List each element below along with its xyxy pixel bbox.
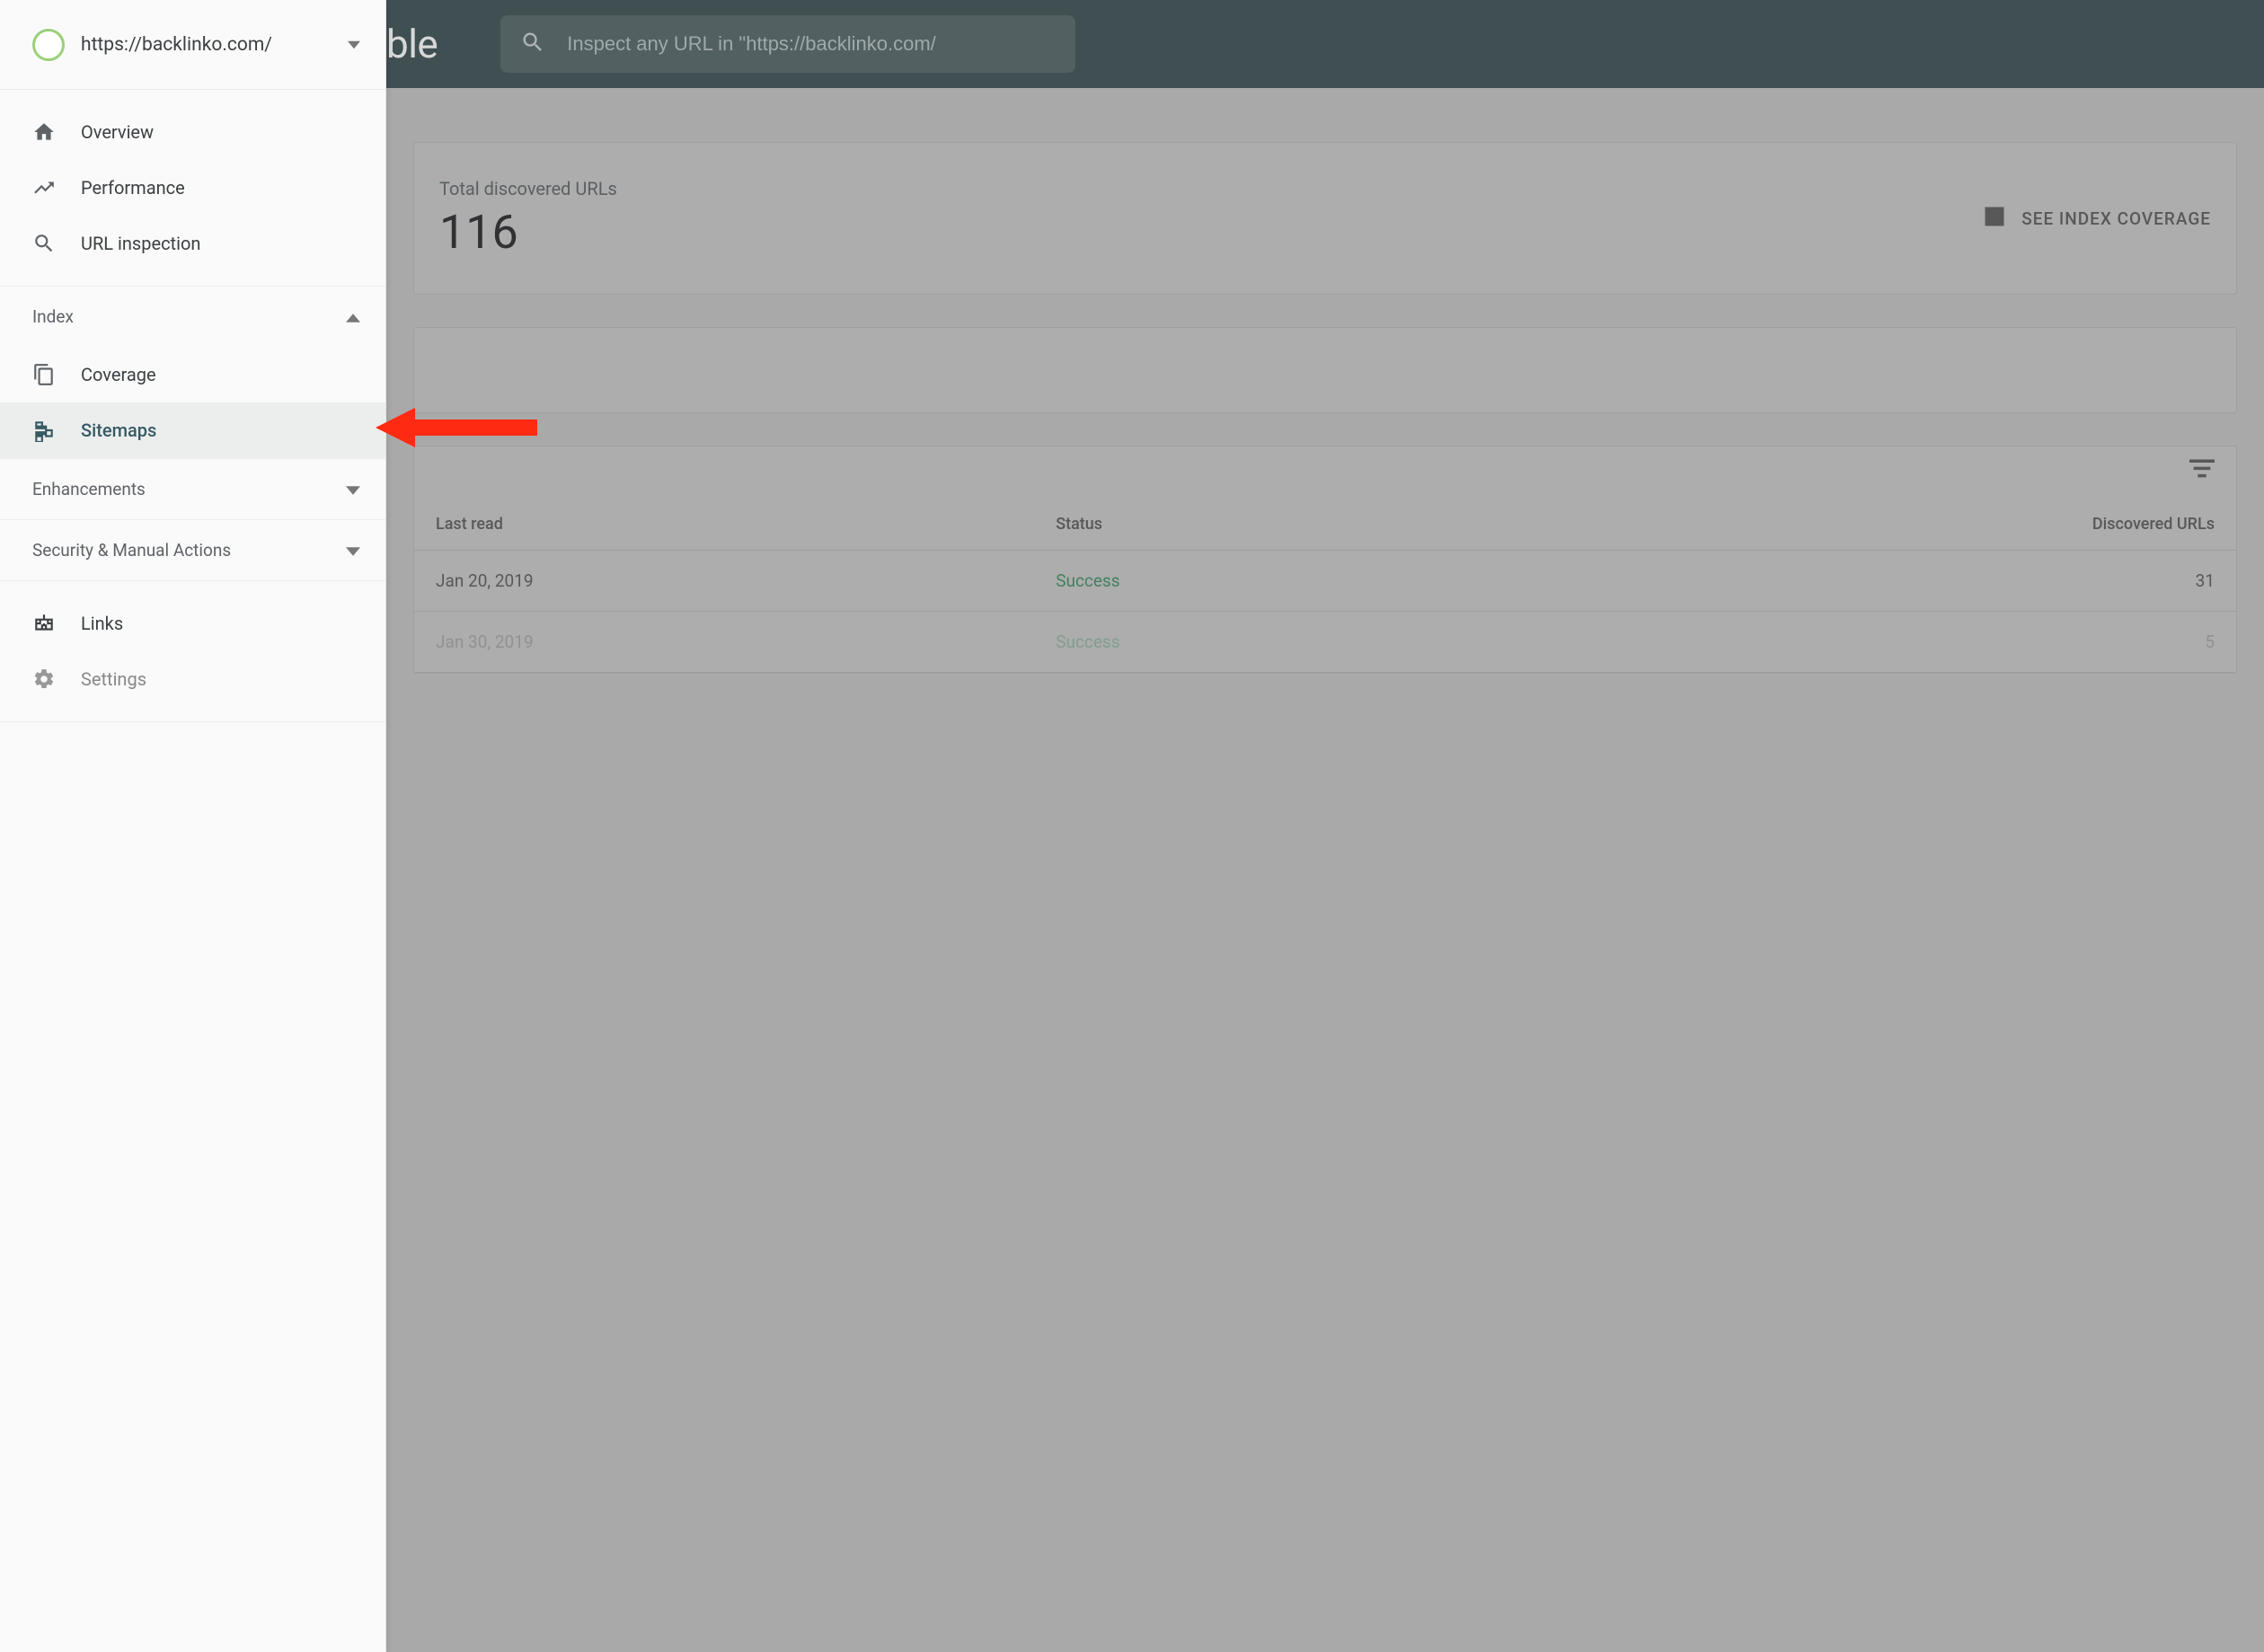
property-icon bbox=[32, 29, 65, 61]
trending-up-icon bbox=[32, 176, 56, 199]
property-url: https://backlinko.com/ bbox=[81, 34, 348, 56]
search-icon bbox=[520, 30, 545, 58]
sidebar-item-performance[interactable]: Performance bbox=[0, 160, 385, 216]
table-row[interactable]: Jan 20, 2019 Success 31 bbox=[414, 551, 2236, 612]
see-index-coverage-button[interactable]: SEE INDEX COVERAGE bbox=[1982, 204, 2211, 233]
sidebar-group-label: Security & Manual Actions bbox=[32, 540, 231, 561]
cell-discovered: 31 bbox=[1507, 551, 2236, 612]
sidebar-group-security[interactable]: Security & Manual Actions bbox=[0, 520, 385, 580]
sidebar-group-label: Enhancements bbox=[32, 479, 146, 499]
pages-icon bbox=[32, 363, 56, 386]
chevron-down-icon bbox=[348, 36, 360, 53]
sidebar-item-settings[interactable]: Settings bbox=[0, 651, 385, 707]
sidebar-group-enhancements[interactable]: Enhancements bbox=[0, 459, 385, 519]
add-sitemap-card[interactable] bbox=[413, 327, 2237, 413]
search-input[interactable] bbox=[567, 32, 1056, 56]
property-picker[interactable]: https://backlinko.com/ bbox=[0, 0, 385, 90]
chevron-up-icon bbox=[346, 306, 360, 327]
sitemaps-table-card: Last read Status Discovered URLs Jan 20,… bbox=[413, 446, 2237, 674]
sidebar-item-overview[interactable]: Overview bbox=[0, 104, 385, 160]
col-last-read[interactable]: Last read bbox=[414, 499, 1034, 551]
stats-card: Total discovered URLs 116 SEE INDEX COVE… bbox=[413, 142, 2237, 295]
sidebar-item-label: Links bbox=[81, 613, 123, 634]
bar-chart-icon bbox=[1982, 204, 2007, 233]
url-inspect-search[interactable] bbox=[500, 15, 1075, 73]
see-coverage-label: SEE INDEX COVERAGE bbox=[2021, 208, 2211, 229]
sidebar-group-index[interactable]: Index bbox=[0, 287, 385, 347]
col-status[interactable]: Status bbox=[1034, 499, 1507, 551]
cell-last-read: Jan 30, 2019 bbox=[414, 612, 1034, 673]
sidebar-item-label: URL inspection bbox=[81, 233, 200, 254]
search-icon bbox=[32, 232, 56, 255]
cell-discovered: 5 bbox=[1507, 612, 2236, 673]
stat-value: 116 bbox=[439, 205, 1982, 260]
brand-text-fragment: ble bbox=[386, 21, 438, 67]
stat-label: Total discovered URLs bbox=[439, 178, 1982, 199]
cell-last-read: Jan 20, 2019 bbox=[414, 551, 1034, 612]
col-discovered-urls[interactable]: Discovered URLs bbox=[1507, 499, 2236, 551]
sidebar-item-label: Sitemaps bbox=[81, 420, 156, 441]
sitemap-icon bbox=[32, 419, 56, 442]
sidebar-item-label: Settings bbox=[81, 668, 146, 690]
cell-status: Success bbox=[1034, 551, 1507, 612]
sidebar-item-label: Overview bbox=[81, 121, 154, 143]
sidebar-item-links[interactable]: Links bbox=[0, 596, 385, 651]
sidebar-item-sitemaps[interactable]: Sitemaps bbox=[0, 402, 385, 458]
cell-status: Success bbox=[1034, 612, 1507, 673]
home-icon bbox=[32, 120, 56, 144]
sidebar-group-label: Index bbox=[32, 306, 74, 327]
sidebar: https://backlinko.com/ Overview Performa… bbox=[0, 0, 386, 1652]
gear-icon bbox=[32, 667, 56, 691]
sidebar-item-label: Coverage bbox=[81, 364, 156, 385]
chevron-down-icon bbox=[346, 540, 360, 561]
sidebar-item-coverage[interactable]: Coverage bbox=[0, 347, 385, 402]
sidebar-item-label: Performance bbox=[81, 177, 185, 199]
main-content: Total discovered URLs 116 SEE INDEX COVE… bbox=[386, 88, 2264, 1652]
links-icon bbox=[32, 612, 56, 635]
chevron-down-icon bbox=[346, 479, 360, 499]
sitemaps-table: Last read Status Discovered URLs Jan 20,… bbox=[414, 499, 2236, 673]
filter-icon[interactable] bbox=[2189, 459, 2215, 482]
table-row[interactable]: Jan 30, 2019 Success 5 bbox=[414, 612, 2236, 673]
sidebar-item-url-inspection[interactable]: URL inspection bbox=[0, 216, 385, 271]
